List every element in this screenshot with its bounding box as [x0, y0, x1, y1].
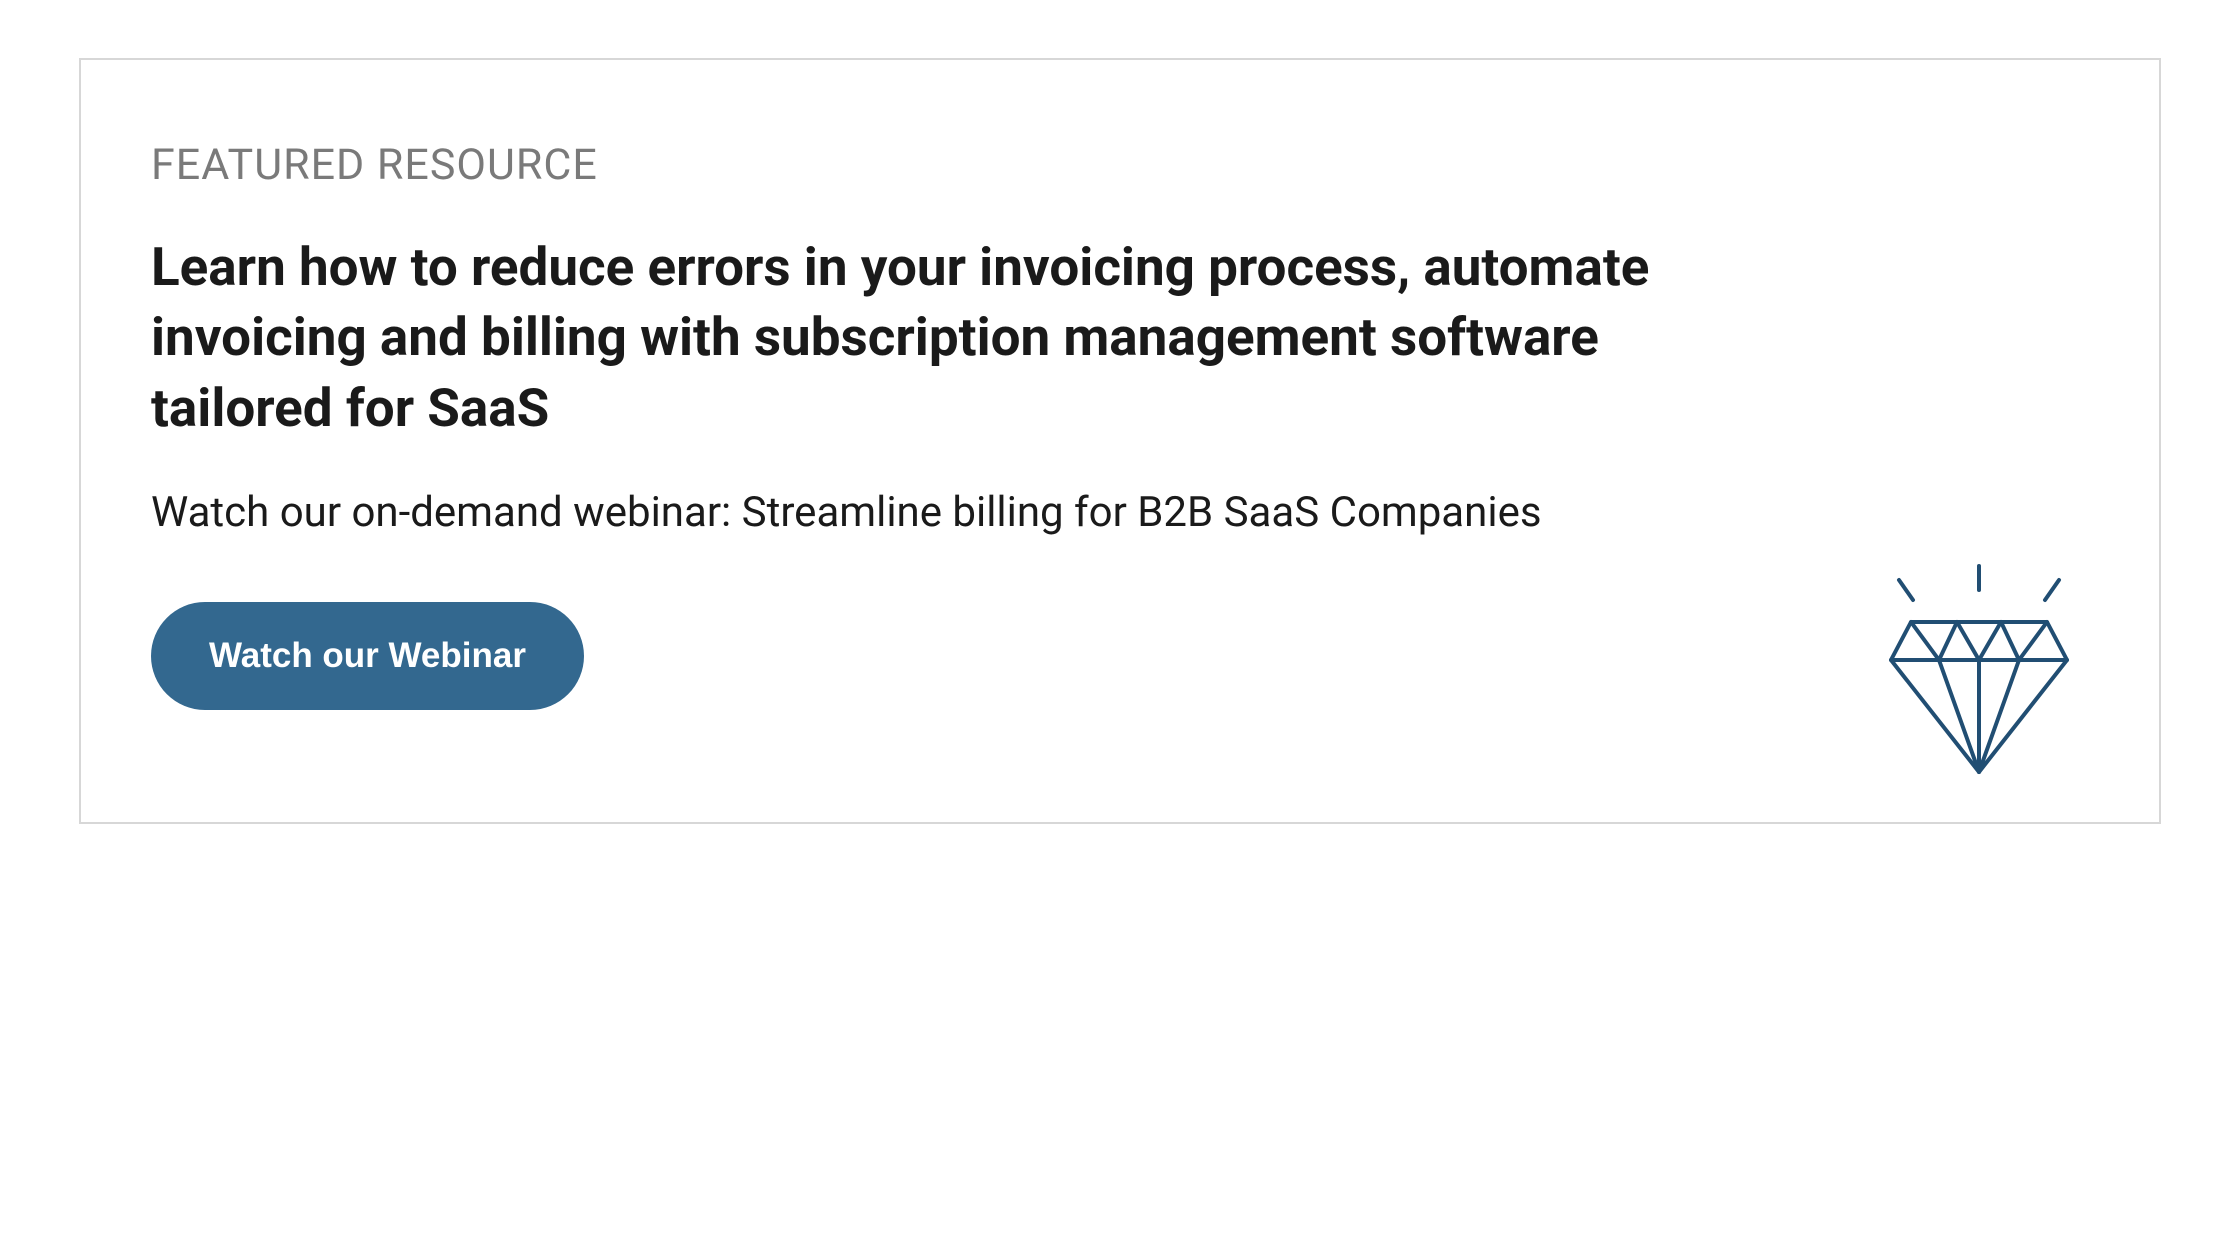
headline: Learn how to reduce errors in your invoi…: [151, 232, 1751, 443]
subheading: Watch our on-demand webinar: Streamline …: [151, 485, 1551, 542]
featured-resource-card: FEATURED RESOURCE Learn how to reduce er…: [79, 58, 2161, 824]
diamond-icon: [1869, 562, 2089, 782]
watch-webinar-button[interactable]: Watch our Webinar: [151, 602, 584, 710]
eyebrow-label: FEATURED RESOURCE: [151, 140, 2089, 190]
